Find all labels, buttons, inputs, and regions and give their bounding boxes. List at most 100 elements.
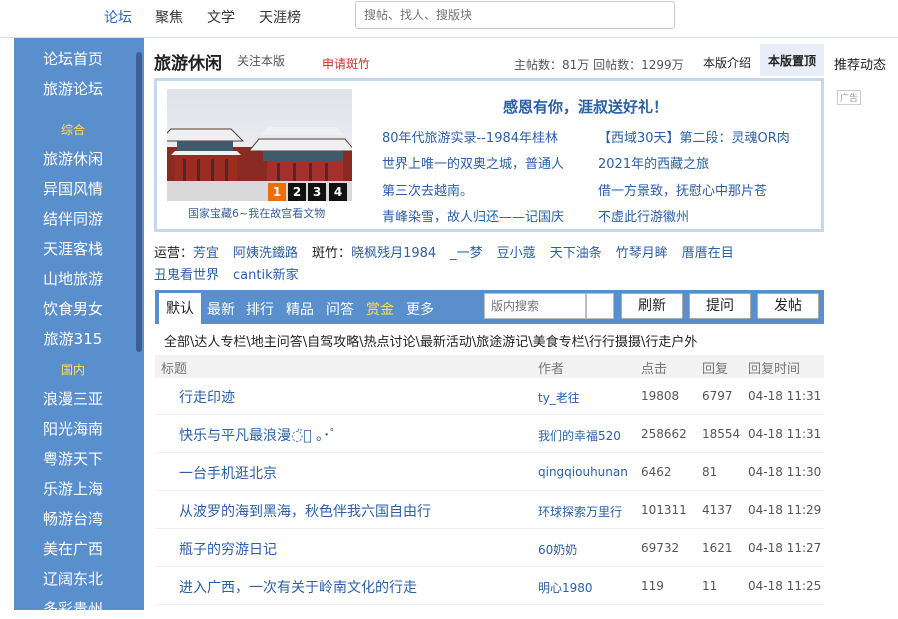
post-replies: 18554 <box>702 427 741 441</box>
post-title-link[interactable]: 进入广西，一次有关于岭南文化的行走 <box>179 577 417 597</box>
board-pinned-tab[interactable]: 本版置顶 <box>760 44 824 76</box>
tab-ranking[interactable]: 排行 <box>246 299 274 319</box>
moderator-link[interactable]: 丑鬼看世界 <box>154 268 219 283</box>
sidebar-item[interactable]: 浪漫三亚 <box>14 388 132 409</box>
moderator-link[interactable]: cantik新家 <box>233 268 299 283</box>
tab-latest[interactable]: 最新 <box>207 299 235 319</box>
slide-caption-link[interactable]: 国家宝藏6~我在故宫看文物 <box>188 205 325 221</box>
header-replies: 回复 <box>702 362 729 377</box>
sidebar-item[interactable]: 旅游315 <box>14 328 132 349</box>
ops-label: 运营： <box>154 246 194 261</box>
moderator-link[interactable]: 豆小蔻 <box>497 246 536 261</box>
sidebar-item[interactable]: 辽阔东北 <box>14 568 132 589</box>
feature-link[interactable]: 【西域30天】第二段：灵魂OR肉 <box>598 127 790 146</box>
sidebar-item[interactable]: 粤游天下 <box>14 448 132 469</box>
nav-focus[interactable]: 聚焦 <box>155 7 183 27</box>
post-title-link[interactable]: 一台手机逛北京 <box>179 463 277 483</box>
category-filter[interactable]: 全部\达人专栏\地主问答\自驾攻略\热点讨论\最新活动\旅途游记\美食专栏\行行… <box>164 331 697 350</box>
table-row: 行走印迹 ty_老往 19808 6797 04-18 11:31 <box>155 377 824 415</box>
moderator-link[interactable]: 天下油条 <box>550 246 602 261</box>
post-replies: 1621 <box>702 541 733 555</box>
post-author-link[interactable]: 60奶奶 <box>538 541 577 558</box>
ad-badge: 广告 <box>837 90 862 105</box>
board-search-input[interactable] <box>484 293 586 319</box>
moderator-link[interactable]: 厝厝在目 <box>682 246 734 261</box>
post-replies: 81 <box>702 465 718 479</box>
slide-number-button[interactable]: 2 <box>288 183 306 201</box>
feature-link[interactable]: 世界上唯一的双奥之城，普通人 <box>382 153 564 172</box>
post-reply-time: 04-18 11:31 <box>748 389 822 403</box>
post-clicks: 19808 <box>641 389 680 403</box>
ask-button[interactable]: 提问 <box>689 293 751 319</box>
sidebar-item[interactable]: 旅游休闲 <box>14 148 132 169</box>
feature-link[interactable]: 不虚此行游徽州 <box>598 206 689 225</box>
post-replies: 6797 <box>702 389 733 403</box>
moderator-link[interactable]: 竹琴月眸 <box>616 246 668 261</box>
board-title: 旅游休闲 <box>154 54 222 74</box>
table-row: 一台手机逛北京 qingqiouhunan 6462 81 04-18 11:3… <box>155 453 824 491</box>
board-intro-tab[interactable]: 本版介绍 <box>703 54 751 71</box>
table-row: 瓶子的穷游日记 60奶奶 69732 1621 04-18 11:27 <box>155 529 824 567</box>
sidebar-item[interactable]: 多彩贵州 <box>14 598 132 619</box>
sidebar-item[interactable]: 乐游上海 <box>14 478 132 499</box>
sidebar-item-forum-home[interactable]: 论坛首页 <box>14 48 132 69</box>
tab-qa[interactable]: 问答 <box>326 299 354 319</box>
moderators-row-2: 丑鬼看世界 cantik新家 <box>154 264 313 283</box>
refresh-button[interactable]: 刷新 <box>621 293 683 319</box>
post-clicks: 119 <box>641 579 664 593</box>
board-stats: 主帖数：81万 回帖数：1299万 <box>514 58 684 72</box>
ops-user-link[interactable]: 阿姨洗鐵路 <box>233 246 298 261</box>
feature-link[interactable]: 2021年的西藏之旅 <box>598 153 709 172</box>
post-title-link[interactable]: 快乐与平凡最浪漫◌̈⃝ ｡･ﾟ <box>179 425 337 445</box>
feature-link[interactable]: 青峰染雪，故人归还——记国庆 <box>382 206 564 225</box>
sidebar-item[interactable]: 饮食男女 <box>14 298 132 319</box>
tab-default[interactable]: 默认 <box>159 293 201 324</box>
tab-more[interactable]: 更多 <box>406 299 434 319</box>
post-reply-time: 04-18 11:31 <box>748 427 822 441</box>
post-clicks: 258662 <box>641 427 687 441</box>
sidebar-item[interactable]: 阳光海南 <box>14 418 132 439</box>
board-search-button[interactable] <box>586 293 614 319</box>
tab-bounty[interactable]: 赏金 <box>366 299 394 319</box>
new-post-button[interactable]: 发帖 <box>757 293 819 319</box>
follow-board-link[interactable]: 关注本版 <box>237 52 285 69</box>
feature-link[interactable]: 80年代旅游实录--1984年桂林 <box>382 127 558 146</box>
global-search-input[interactable] <box>355 1 675 29</box>
moderator-link[interactable]: _一梦 <box>450 246 483 261</box>
post-author-link[interactable]: 我们的幸福520 <box>538 427 621 444</box>
sidebar-scrollbar[interactable] <box>136 52 142 352</box>
sidebar-item-travel-forum[interactable]: 旅游论坛 <box>14 78 132 99</box>
sidebar-item[interactable]: 畅游台湾 <box>14 508 132 529</box>
ops-user-link[interactable]: 芳宜 <box>193 246 219 261</box>
slide-number-button[interactable]: 3 <box>308 183 326 201</box>
post-author-link[interactable]: 环球探索万里行 <box>538 503 622 520</box>
post-author-link[interactable]: 明心1980 <box>538 579 593 596</box>
sidebar-item[interactable]: 美在广西 <box>14 538 132 559</box>
post-author-link[interactable]: qingqiouhunan <box>538 465 628 479</box>
feature-link[interactable]: 借一方景致，抚慰心中那片苍 <box>598 180 767 199</box>
post-author-link[interactable]: ty_老往 <box>538 389 580 406</box>
nav-ranking[interactable]: 天涯榜 <box>259 7 301 27</box>
post-reply-time: 04-18 11:29 <box>748 503 822 517</box>
slide-number-button[interactable]: 1 <box>268 183 286 201</box>
post-title-link[interactable]: 瓶子的穷游日记 <box>179 539 277 559</box>
sidebar-item[interactable]: 山地旅游 <box>14 268 132 289</box>
post-clicks: 6462 <box>641 465 672 479</box>
moderators-row: 运营：芳宜 阿姨洗鐵路 斑竹：晓枫残月1984 _一梦 豆小蔻 天下油条 竹琴月眸 厝厝在目 <box>154 242 748 261</box>
sidebar-item[interactable]: 异国风情 <box>14 178 132 199</box>
nav-forum[interactable]: 论坛 <box>104 7 132 27</box>
sidebar-item[interactable]: 结伴同游 <box>14 208 132 229</box>
post-title-link[interactable]: 行走印迹 <box>179 387 235 407</box>
post-clicks: 69732 <box>641 541 680 555</box>
recommend-title: 推荐动态 <box>834 58 887 73</box>
feature-headline-link[interactable]: 感恩有你，涯叔送好礼！ <box>503 96 668 117</box>
feature-link[interactable]: 第三次去越南。 <box>382 180 473 199</box>
sidebar-item[interactable]: 天涯客栈 <box>14 238 132 259</box>
moderator-link[interactable]: 晓枫残月1984 <box>351 246 436 261</box>
nav-literature[interactable]: 文学 <box>207 7 235 27</box>
post-title-link[interactable]: 从波罗的海到黑海，秋色伴我六国自由行 <box>179 501 431 521</box>
slide-number-button[interactable]: 4 <box>329 183 347 201</box>
apply-moderator-link[interactable]: 申请斑竹 <box>322 55 370 72</box>
header-reply-time: 回复时间 <box>748 362 801 377</box>
tab-featured[interactable]: 精品 <box>286 299 314 319</box>
